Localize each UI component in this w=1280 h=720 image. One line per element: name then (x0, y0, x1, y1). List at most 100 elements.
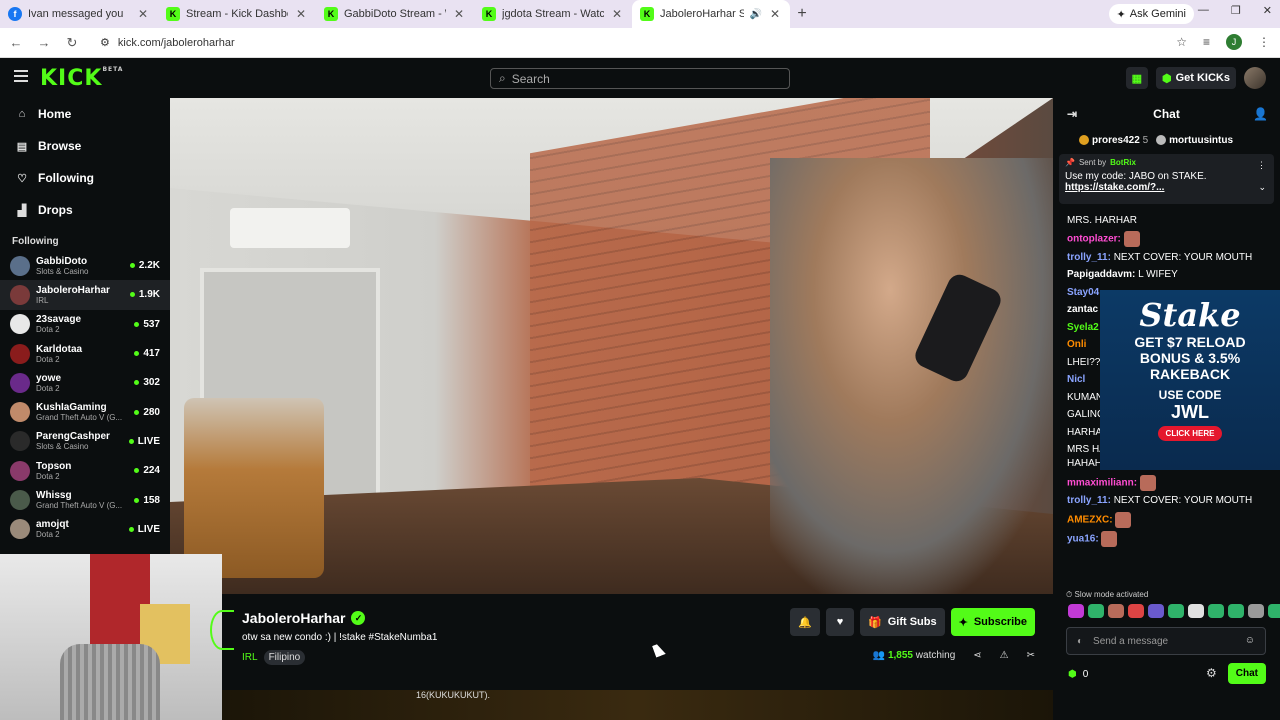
close-window-icon[interactable]: ✕ (1263, 4, 1272, 17)
video-player[interactable] (170, 98, 1053, 594)
browser-tab[interactable]: f Ivan messaged you ✕ (0, 0, 158, 28)
creator-dashboard-button[interactable]: ▦ (1125, 67, 1148, 89)
sidebar-channel[interactable]: Karldotaa Dota 2 417 (0, 339, 170, 368)
chat-message[interactable]: yua16: (1067, 531, 1266, 547)
emote-button[interactable] (1068, 604, 1084, 618)
emote-button[interactable] (1248, 604, 1264, 618)
subscribe-button[interactable]: ✦ Subscribe (950, 608, 1035, 636)
kick-logo[interactable]: KICKBETA (40, 66, 123, 91)
chat-message[interactable]: ontoplazer: (1067, 231, 1266, 247)
chat-message[interactable]: Papigaddavm: L WIFEY (1067, 268, 1266, 282)
ad-cta-button[interactable]: CLICK HERE (1157, 426, 1223, 441)
restore-icon[interactable]: ❐ (1231, 4, 1241, 17)
ask-gemini-button[interactable]: ✦ Ask Gemini (1108, 4, 1194, 24)
speaker-icon[interactable]: 🔊 (750, 9, 762, 20)
sidebar-channel[interactable]: JaboleroHarhar IRL 1.9K (0, 280, 170, 310)
mini-player[interactable] (0, 554, 222, 720)
user-avatar[interactable] (1244, 67, 1266, 89)
streamer-name[interactable]: JaboleroHarhar ✓ (242, 610, 366, 626)
follow-button[interactable]: ♥ (826, 608, 854, 636)
chat-username[interactable]: Onli (1067, 339, 1086, 350)
close-icon[interactable]: ✕ (610, 7, 624, 21)
chat-message[interactable]: AMEZXC: (1067, 511, 1266, 528)
chat-username[interactable]: trolly_11: (1067, 495, 1111, 506)
chat-input[interactable]: ◐ Send a message ☺ (1066, 627, 1266, 655)
close-icon[interactable]: ✕ (136, 7, 150, 21)
chat-settings-icon[interactable]: ⚙ (1206, 666, 1217, 680)
sidebar-item-drops[interactable]: ▟ Drops (0, 194, 170, 226)
chat-users-icon[interactable]: 👤 (1253, 107, 1268, 121)
chat-username[interactable]: Stay04 (1067, 287, 1099, 298)
reload-icon[interactable]: ↻ (60, 35, 84, 51)
close-icon[interactable]: ✕ (294, 7, 308, 21)
chat-message[interactable]: trolly_11: NEXT COVER: YOUR MOUTH (1067, 251, 1266, 265)
search-input[interactable]: ⌕ Search (490, 68, 790, 89)
sidebar-channel[interactable]: GabbiDoto Slots & Casino 2.2K (0, 251, 170, 280)
chat-username[interactable]: Papigaddavm: (1067, 269, 1135, 280)
sidebar-channel[interactable]: Whissg Grand Theft Auto V (G... 158 (0, 485, 170, 514)
browser-tab-active[interactable]: K JaboleroHarhar Stream - W 🔊 ✕ (632, 0, 790, 28)
send-chat-button[interactable]: Chat (1227, 663, 1266, 684)
leaderboard-entry[interactable]: prores422 5 (1079, 135, 1148, 146)
leaderboard-entry[interactable]: mortuusintus (1156, 135, 1233, 146)
chat-username[interactable]: ontoplazer: (1067, 234, 1121, 245)
browser-tab[interactable]: K jgdota Stream - Watch Live on ✕ (474, 0, 632, 28)
pinned-link[interactable]: https://stake.com/?... (1065, 182, 1268, 193)
sidebar-channel[interactable]: amojqt Dota 2 LIVE (0, 515, 170, 544)
chat-username[interactable]: Nicl (1067, 374, 1085, 385)
new-tab-button[interactable]: + (790, 5, 814, 23)
more-icon[interactable]: ⋮ (1257, 160, 1266, 171)
emote-button[interactable] (1128, 604, 1144, 618)
emote-button[interactable] (1208, 604, 1224, 618)
category-link[interactable]: IRL (242, 652, 258, 663)
sidebar-channel[interactable]: Topson Dota 2 224 (0, 456, 170, 485)
emote-button[interactable] (1168, 604, 1184, 618)
profile-avatar[interactable]: J (1226, 34, 1242, 50)
stake-ad[interactable]: Stake GET $7 RELOAD BONUS & 3.5% RAKEBAC… (1100, 290, 1280, 470)
back-icon[interactable]: ← (4, 35, 28, 50)
chat-username[interactable]: yua16: (1067, 534, 1099, 545)
notification-bell-button[interactable]: 🔔 (790, 608, 820, 636)
chat-username[interactable]: mmaximiliann: (1067, 477, 1137, 488)
minimize-icon[interactable]: — (1198, 4, 1209, 17)
sidebar-channel[interactable]: KushIaGaming Grand Theft Auto V (G... 280 (0, 397, 170, 426)
close-icon[interactable]: ✕ (768, 7, 782, 21)
share-icon[interactable]: ⋖ (973, 650, 981, 661)
chat-username[interactable]: Syela2 (1067, 322, 1099, 333)
sidebar-item-following[interactable]: ♡ Following (0, 162, 170, 194)
report-icon[interactable]: ⚠ (1000, 650, 1009, 661)
chat-username[interactable]: trolly_11: (1067, 252, 1111, 263)
sidebar-item-home[interactable]: ⌂ Home (0, 98, 170, 130)
browser-tab[interactable]: K Stream - Kick Dashboard ✕ (158, 0, 316, 28)
chat-message[interactable]: MRS. HARHAR (1067, 214, 1266, 228)
collapse-chat-icon[interactable]: ⇥ (1067, 107, 1077, 121)
hamburger-menu-icon[interactable] (14, 70, 28, 82)
sidebar-channel[interactable]: 23savage Dota 2 537 (0, 310, 170, 339)
chat-username[interactable]: zantac (1067, 304, 1098, 315)
sidebar-channel[interactable]: ParengCashper Slots & Casino LIVE (0, 427, 170, 456)
gift-subs-button[interactable]: 🎁 Gift Subs (860, 608, 945, 636)
chevron-down-icon[interactable]: ⌄ (1258, 182, 1266, 193)
emote-button[interactable] (1088, 604, 1104, 618)
media-controls-icon[interactable]: ≡ (1203, 35, 1210, 49)
emote-button[interactable] (1108, 604, 1124, 618)
site-info-icon[interactable]: ⚙ (100, 36, 110, 49)
sidebar-channel[interactable]: yowe Dota 2 302 (0, 368, 170, 397)
emote-button[interactable] (1148, 604, 1164, 618)
sidebar-item-browse[interactable]: ▤ Browse (0, 130, 170, 162)
get-kicks-button[interactable]: ⬢ Get KICKs (1155, 67, 1236, 89)
emote-button[interactable] (1188, 604, 1204, 618)
browser-tab[interactable]: K GabbiDoto Stream - Watch Live ✕ (316, 0, 474, 28)
menu-icon[interactable]: ⋮ (1258, 35, 1270, 49)
emoji-icon[interactable]: ☺ (1245, 635, 1255, 646)
chat-message[interactable]: trolly_11: NEXT COVER: YOUR MOUTH (1067, 494, 1266, 508)
streamer-avatar[interactable] (210, 610, 234, 650)
clip-icon[interactable]: ✂ (1027, 650, 1035, 661)
url-field[interactable]: ⚙ kick.com/jaboleroharhar (100, 36, 235, 50)
pinned-message[interactable]: 📌 Sent by BotRix Use my code: JABO on ST… (1059, 154, 1274, 204)
chat-username[interactable]: AMEZXC: (1067, 514, 1113, 525)
tag-chip[interactable]: Filipino (263, 650, 306, 665)
close-icon[interactable]: ✕ (452, 7, 466, 21)
emote-button[interactable] (1228, 604, 1244, 618)
bookmark-star-icon[interactable]: ☆ (1176, 35, 1187, 49)
